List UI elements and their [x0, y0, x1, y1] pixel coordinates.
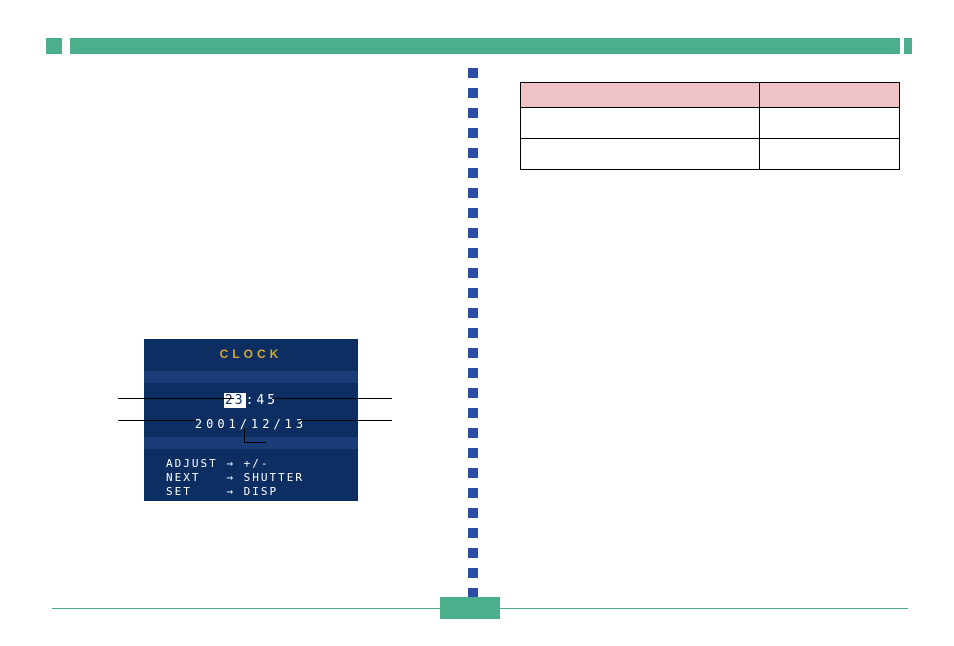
top-accent-block: [46, 38, 62, 54]
top-accent-block-right: [904, 38, 912, 54]
table-cell: [521, 108, 760, 139]
page: CLOCK 23:45 2001/12/13 ADJUST → +/- NEXT…: [0, 0, 954, 646]
clock-help-block: ADJUST → +/- NEXT → SHUTTER SET → DISP: [166, 457, 304, 499]
clock-minute: 45: [256, 393, 278, 408]
page-number-tab: [440, 597, 500, 619]
lcd-decor-band: [144, 371, 358, 383]
table-row: [521, 139, 900, 170]
table-header-row: [521, 83, 900, 108]
table-cell: [759, 108, 899, 139]
top-header-bar: [70, 38, 900, 54]
clock-colon: :: [246, 393, 257, 408]
table-row: [521, 108, 900, 139]
callout-line: [272, 398, 392, 399]
table-header-cell: [759, 83, 899, 108]
callout-line: [118, 398, 234, 399]
clock-time: 23:45: [144, 393, 358, 408]
table-header-cell: [521, 83, 760, 108]
column-divider: [468, 68, 478, 608]
callout-line: [118, 420, 196, 421]
table-cell: [759, 139, 899, 170]
table-cell: [521, 139, 760, 170]
callout-line: [244, 428, 245, 442]
spec-table: [520, 82, 900, 170]
lcd-decor-band: [144, 437, 358, 449]
clock-title: CLOCK: [144, 347, 358, 361]
clock-hour-selected: 23: [224, 393, 246, 408]
callout-line: [244, 442, 266, 443]
callout-line: [300, 420, 392, 421]
